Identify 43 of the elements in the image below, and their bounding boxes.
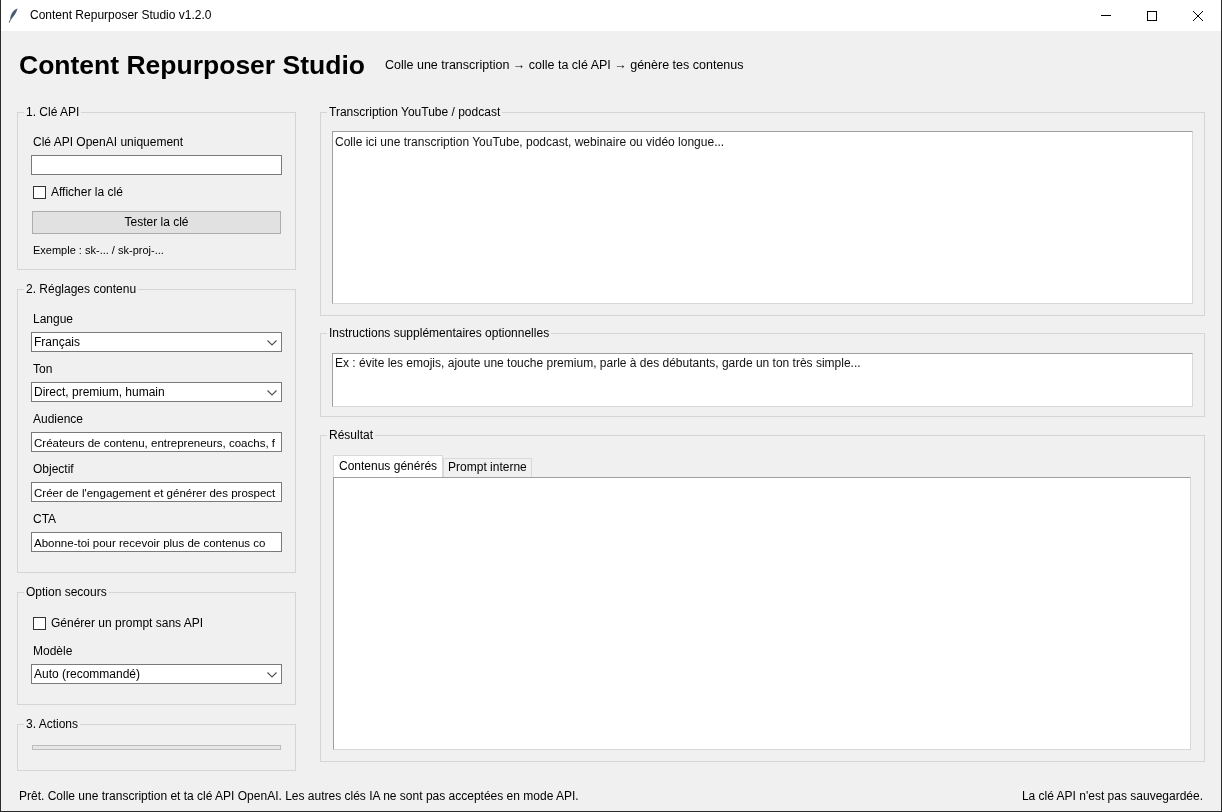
text-field[interactable]: Créateurs de contenu, entrepreneurs, coachs, f	[31, 432, 282, 452]
group-title: 1. Clé API	[25, 104, 81, 120]
app-subtitle: Colle une transcription → colle ta clé API → génère tes contenus	[384, 57, 744, 73]
group-title: Transcription YouTube / podcast	[328, 104, 502, 120]
dropdown[interactable]: Direct, premium, humain	[31, 382, 282, 402]
app-title: Content Repurposer Studio	[19, 49, 365, 81]
close-icon	[1193, 10, 1203, 21]
minimize-icon	[1101, 15, 1111, 16]
hint-text: Exemple : sk-... / sk-proj-...	[33, 243, 165, 257]
feather-icon	[8, 8, 18, 23]
group-title: Résultat	[328, 427, 375, 443]
group-title: 3. Actions	[25, 717, 80, 732]
checkbox-label: Générer un prompt sans API	[51, 616, 204, 631]
field-label: Objectif	[33, 462, 75, 477]
api-key-field[interactable]	[31, 154, 282, 175]
tab[interactable]: Contenus générés	[333, 454, 444, 477]
test-key-button[interactable]: Tester la clé	[32, 211, 281, 234]
transcript-text-area[interactable]: Colle ici une transcription YouTube, podcast, webinaire ou vidéo longue...	[332, 131, 1193, 304]
instructions-text-area[interactable]: Ex : évite les emojis, ajoute une touche premium, parle à des débutants, garde un ton très simple...	[332, 352, 1193, 407]
field-label: Audience	[33, 412, 85, 427]
chevron-down-icon	[267, 671, 277, 678]
dropdown[interactable]: Français	[31, 332, 282, 352]
dropdown[interactable]: Auto (recommandé)	[31, 664, 282, 684]
status-note: La clé API n'est pas sauvegardée.	[1021, 788, 1203, 804]
text-field[interactable]: Abonne-toi pour recevoir plus de contenus co	[31, 532, 282, 552]
window-title: Content Repurposer Studio v1.2.0	[30, 8, 212, 23]
field-label: Langue	[33, 312, 75, 327]
checkbox[interactable]	[33, 185, 46, 199]
field-label: Clé API OpenAI uniquement	[33, 134, 185, 150]
group-title: Option secours	[25, 585, 108, 600]
checkbox-label: Afficher la clé	[51, 184, 123, 200]
field-label: Ton	[33, 362, 54, 377]
checkbox[interactable]	[33, 617, 46, 630]
field-label: CTA	[33, 512, 58, 527]
field-label: Modèle	[33, 644, 74, 659]
tab[interactable]: Prompt interne	[443, 457, 532, 477]
text-field[interactable]: Créer de l'engagement et générer des prospect	[31, 482, 282, 502]
chevron-down-icon	[267, 339, 277, 346]
maximize-icon	[1147, 10, 1157, 21]
group-title: Instructions supplémentaires optionnelles	[328, 326, 551, 341]
group-title: 2. Réglages contenu	[25, 282, 138, 297]
status-message: Prêt. Colle une transcription et ta clé API OpenAI. Les autres clés IA ne sont pas acceptées en mode API.	[19, 788, 579, 804]
chevron-down-icon	[267, 389, 277, 396]
